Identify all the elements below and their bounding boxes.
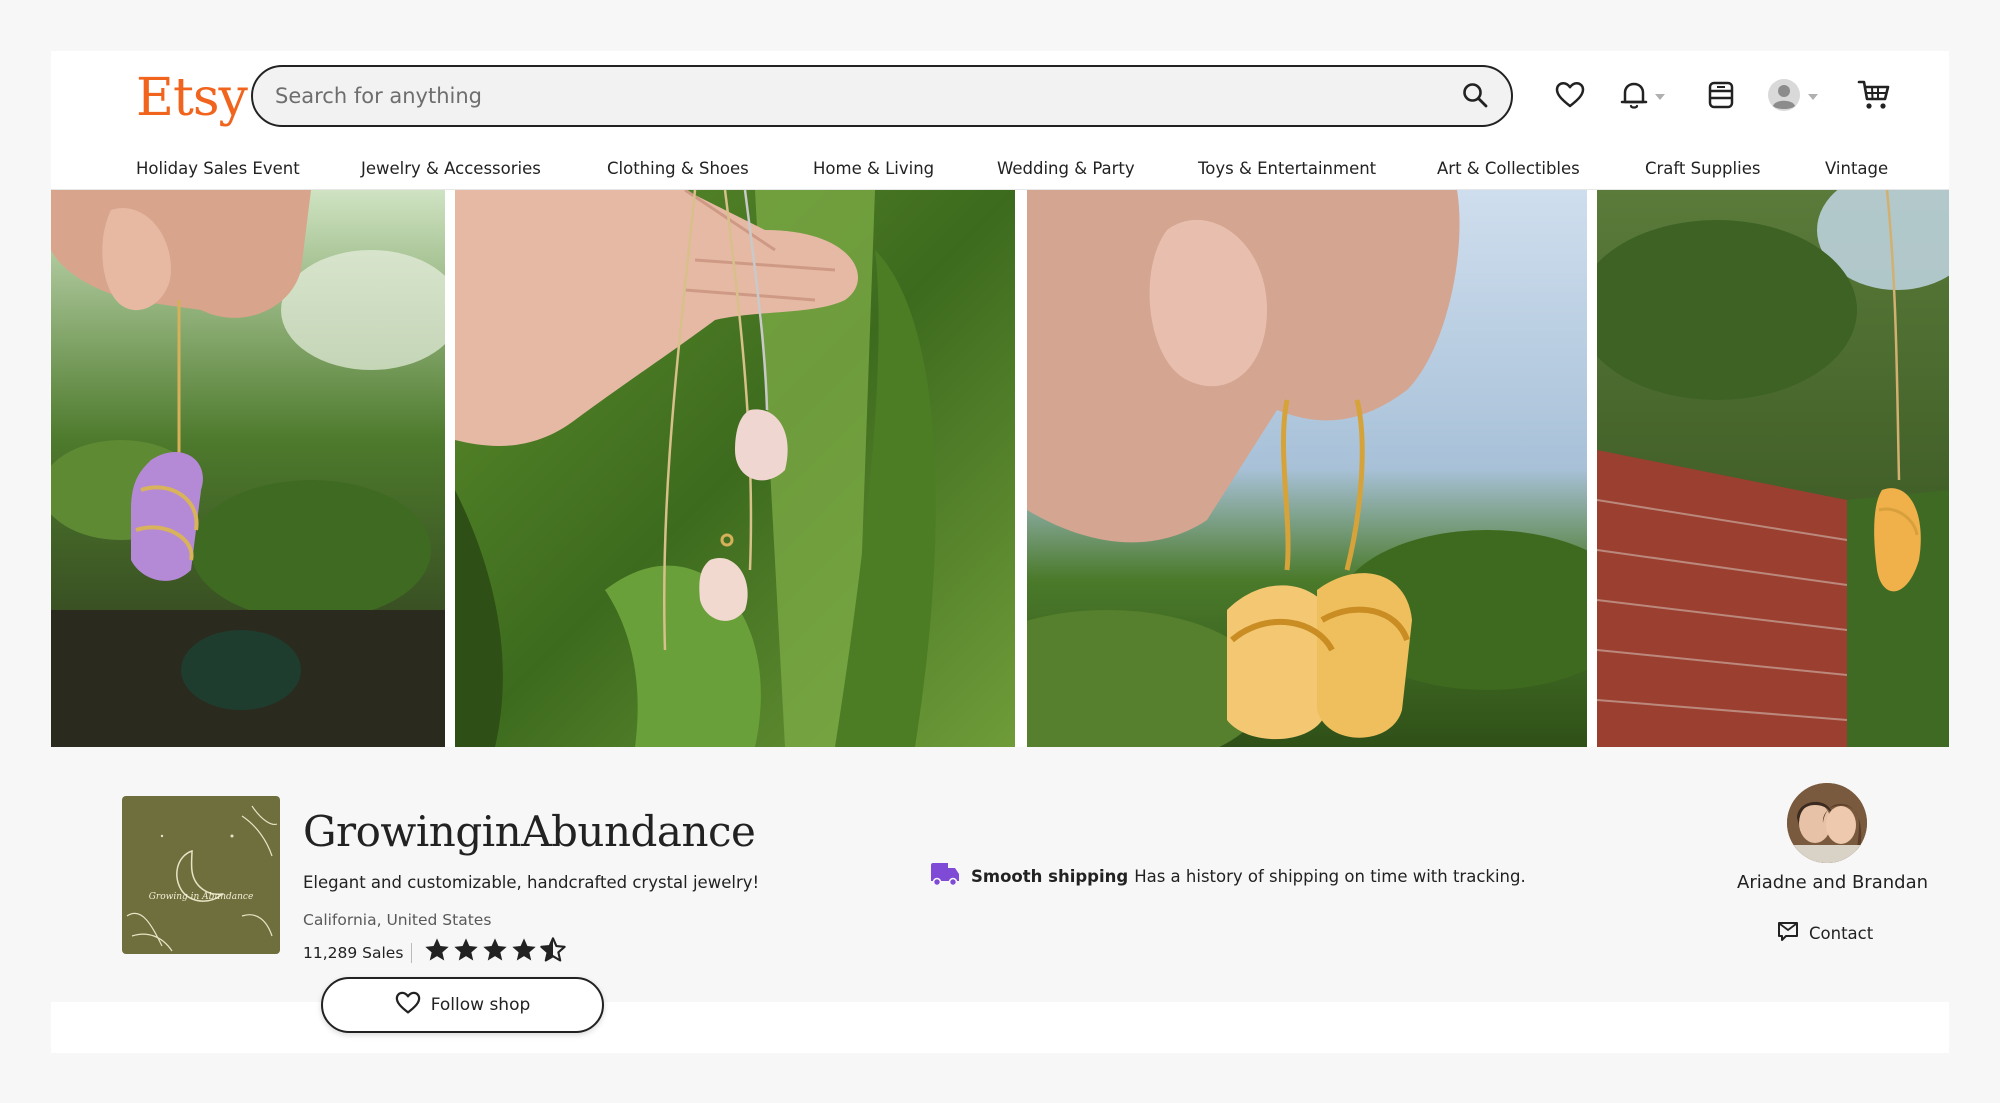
follow-shop-label: Follow shop: [430, 995, 531, 1015]
smooth-shipping-badge: Smooth shipping Has a history of shippin…: [929, 861, 1526, 892]
nav-item-clothing[interactable]: Clothing & Shoes: [607, 159, 749, 178]
shop-sales-count: 11,289 Sales: [303, 944, 404, 962]
notifications-button[interactable]: [1620, 77, 1666, 117]
owner-name: Ariadne and Brandan: [1737, 872, 1929, 893]
cart-icon: [1857, 79, 1891, 116]
nav-item-wedding-party[interactable]: Wedding & Party: [997, 159, 1135, 178]
follow-shop-button[interactable]: Follow shop: [321, 977, 604, 1033]
shop-banner: [51, 190, 1949, 747]
shipping-description: Has a history of shipping on time with t…: [1134, 867, 1526, 886]
star-full-icon: [481, 936, 509, 969]
contact-button[interactable]: Contact: [1777, 921, 1873, 945]
etsy-logo[interactable]: Etsy: [136, 65, 248, 131]
divider: [411, 943, 412, 963]
nav-item-holiday-sales[interactable]: Holiday Sales Event: [136, 159, 300, 178]
shop-manager-button[interactable]: [1706, 77, 1736, 117]
banner-photo-citrine-earrings: [1027, 190, 1587, 747]
star-full-icon: [510, 936, 538, 969]
favorites-button[interactable]: [1555, 77, 1585, 117]
nav-item-craft-supplies[interactable]: Craft Supplies: [1645, 159, 1760, 178]
nav-item-art[interactable]: Art & Collectibles: [1437, 159, 1580, 178]
shipping-title: Smooth shipping: [971, 867, 1129, 886]
search-icon: [1461, 81, 1489, 114]
shop-manager-icon: [1706, 80, 1736, 115]
user-icon: [1767, 78, 1801, 117]
cart-button[interactable]: [1857, 77, 1891, 117]
nav-item-vintage[interactable]: Vintage: [1825, 159, 1888, 178]
truck-icon: [929, 861, 961, 892]
shop-location: California, United States: [303, 911, 492, 929]
nav-item-home-living[interactable]: Home & Living: [813, 159, 934, 178]
shop-rating-stars[interactable]: [423, 936, 567, 969]
heart-icon: [395, 991, 421, 1020]
search-input[interactable]: [275, 81, 1375, 111]
moon-leaves-logo-art: [126, 805, 278, 952]
star-half-icon: [539, 936, 567, 969]
chevron-down-icon: [1654, 88, 1666, 106]
star-full-icon: [423, 936, 451, 969]
nav-item-toys[interactable]: Toys & Entertainment: [1198, 159, 1376, 178]
shop-logo-text: Growing in Abundance: [148, 892, 254, 902]
category-nav: Holiday Sales Event Jewelry & Accessorie…: [51, 145, 1949, 191]
star-full-icon: [452, 936, 480, 969]
nav-item-jewelry[interactable]: Jewelry & Accessories: [361, 159, 541, 178]
banner-photo-citrine-necklace: [1597, 190, 1949, 747]
shop-info-section: Growing in Abundance GrowinginAbundance …: [51, 747, 1949, 1033]
owner-avatar[interactable]: [1787, 783, 1867, 863]
shop-name: GrowinginAbundance: [303, 807, 756, 856]
heart-icon: [1555, 81, 1585, 114]
etsy-shop-page: Etsy Search for anything Holiday Sales E…: [51, 51, 1949, 1053]
chevron-down-icon: [1807, 88, 1819, 106]
banner-photo-necklaces-in-hand: [455, 190, 1015, 747]
bell-icon: [1620, 80, 1648, 115]
banner-photo-amethyst-earring: [51, 190, 445, 747]
shop-logo[interactable]: Growing in Abundance: [122, 796, 280, 954]
message-icon: [1777, 921, 1799, 945]
search-button[interactable]: [1457, 79, 1493, 115]
account-button[interactable]: [1767, 77, 1819, 117]
shop-tagline: Elegant and customizable, handcrafted cr…: [303, 873, 760, 892]
search-bar: [251, 65, 1513, 127]
contact-label: Contact: [1809, 923, 1874, 943]
